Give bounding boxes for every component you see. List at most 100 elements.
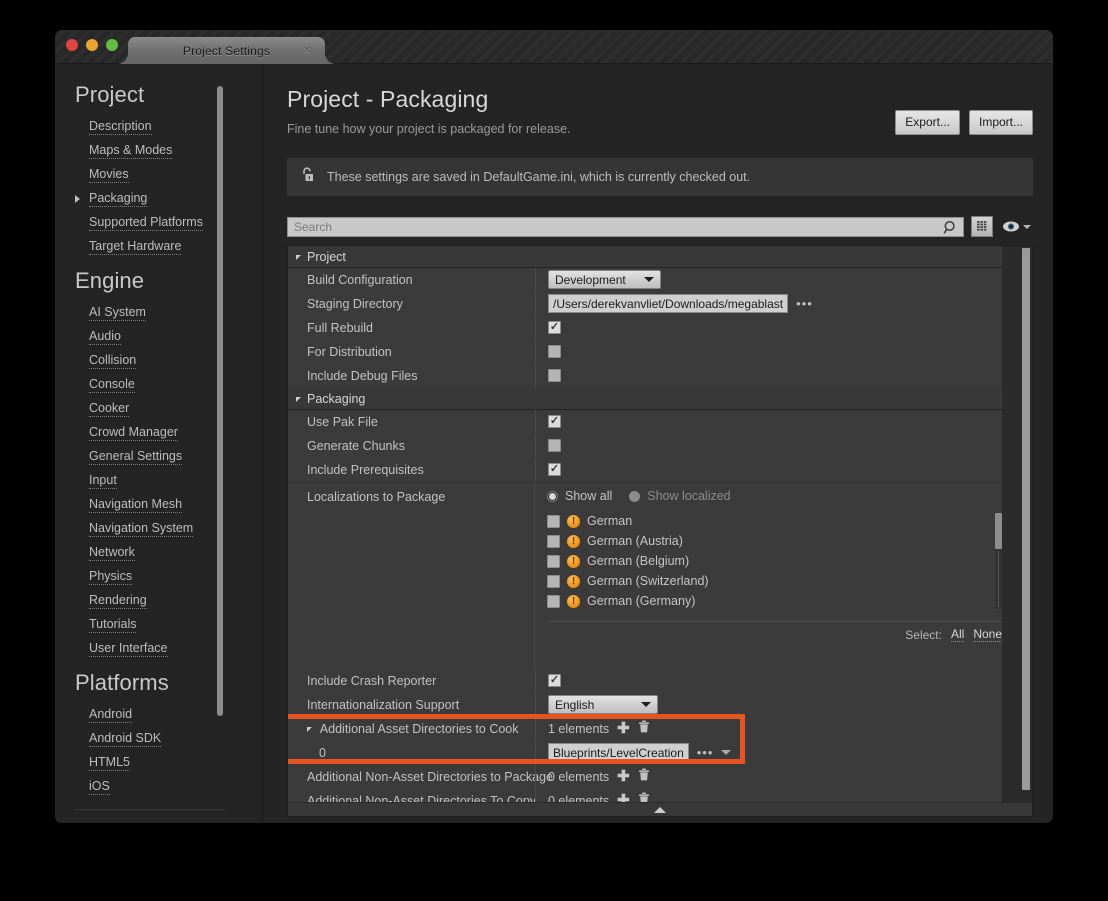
sidebar-item-user-interface[interactable]: User Interface [75, 636, 262, 660]
sidebar-item-label: Collision [89, 353, 137, 369]
build-configuration-dropdown[interactable]: Development [548, 270, 661, 289]
search-row: Search [287, 216, 1033, 237]
settings-panel-scrollbar[interactable] [1022, 248, 1030, 808]
localization-list[interactable]: ! German ! German (Austria) ! German (Be… [547, 511, 1002, 615]
localization-checkbox[interactable] [547, 554, 560, 568]
trash-icon[interactable] [638, 768, 650, 786]
sidebar-item-navigation-mesh[interactable]: Navigation Mesh [75, 492, 262, 516]
localization-select-row: Select: All None [547, 621, 1002, 642]
sidebar-item-label: Movies [89, 167, 129, 183]
add-element-button[interactable]: ✚ [617, 721, 630, 736]
browse-ellipsis-icon[interactable]: ••• [796, 297, 813, 310]
sidebar-item-html5[interactable]: HTML5 [75, 750, 262, 774]
sidebar-item-navigation-system[interactable]: Navigation System [75, 516, 262, 540]
settings-sidebar[interactable]: Project Description Maps & Modes Movies … [55, 64, 263, 823]
generate-chunks-checkbox[interactable] [548, 439, 561, 452]
maximize-window-button[interactable] [106, 39, 118, 51]
list-item[interactable]: ! German [547, 511, 1002, 531]
sidebar-item-input[interactable]: Input [75, 468, 262, 492]
sidebar-item-tutorials[interactable]: Tutorials [75, 612, 262, 636]
chevron-down-icon[interactable] [296, 397, 301, 402]
asset-directory-input[interactable]: Blueprints/LevelCreation [548, 743, 689, 762]
chevron-down-icon[interactable] [1023, 224, 1031, 229]
localization-scrollbar[interactable] [995, 513, 1002, 609]
trash-icon[interactable] [638, 720, 650, 738]
chevron-down-icon [641, 702, 651, 707]
chevron-up-icon[interactable] [654, 806, 666, 813]
chevron-down-icon[interactable] [307, 726, 312, 732]
select-all-link[interactable]: All [950, 627, 965, 642]
sidebar-item-cooker[interactable]: Cooker [75, 396, 262, 420]
chevron-right-icon[interactable] [75, 195, 80, 203]
sidebar-item-packaging[interactable]: Packaging [75, 186, 262, 210]
browse-ellipsis-icon[interactable]: ••• [697, 746, 714, 759]
chevron-down-icon[interactable] [721, 750, 732, 755]
localization-checkbox[interactable] [547, 534, 560, 548]
eye-icon[interactable] [1000, 220, 1033, 233]
sidebar-item-console[interactable]: Console [75, 372, 262, 396]
radio-show-localized[interactable] [629, 490, 641, 502]
tab-project-settings[interactable]: Project Settings × [117, 37, 336, 64]
section-title: Project [307, 249, 346, 264]
sidebar-item-crowd-manager[interactable]: Crowd Manager [75, 420, 262, 444]
localization-checkbox[interactable] [547, 514, 560, 528]
sidebar-item-network[interactable]: Network [75, 540, 262, 564]
list-item[interactable]: ! German (Germany) [547, 591, 1002, 611]
minimize-window-button[interactable] [86, 39, 98, 51]
close-window-button[interactable] [66, 39, 78, 51]
row-include-crash-reporter: Include Crash Reporter ✓ [288, 669, 1002, 693]
sidebar-item-collision[interactable]: Collision [75, 348, 262, 372]
sidebar-item-target-hardware[interactable]: Target Hardware [75, 234, 262, 258]
sidebar-item-rendering[interactable]: Rendering [75, 588, 262, 612]
export-button[interactable]: Export... [895, 110, 960, 135]
dropdown-value: Development [555, 272, 626, 287]
include-crash-reporter-checkbox[interactable]: ✓ [548, 674, 561, 687]
section-header-project[interactable]: Project [288, 246, 1002, 268]
select-none-link[interactable]: None [973, 627, 1002, 642]
grid-view-icon[interactable] [971, 216, 993, 237]
chevron-down-icon[interactable] [296, 255, 301, 260]
sidebar-item-ai-system[interactable]: AI System [75, 300, 262, 324]
full-rebuild-checkbox[interactable]: ✓ [548, 321, 561, 334]
localization-checkbox[interactable] [547, 574, 560, 588]
for-distribution-checkbox[interactable] [548, 345, 561, 358]
sidebar-item-description[interactable]: Description [75, 114, 262, 138]
list-item[interactable]: ! German (Austria) [547, 531, 1002, 551]
sidebar-group-title-engine: Engine [75, 268, 145, 293]
sidebar-item-audio[interactable]: Audio [75, 324, 262, 348]
sidebar-item-maps-modes[interactable]: Maps & Modes [75, 138, 262, 162]
sidebar-item-physics[interactable]: Physics [75, 564, 262, 588]
scrollbar-thumb[interactable] [1022, 248, 1030, 790]
sidebar-item-label: iOS [89, 779, 110, 795]
add-element-button[interactable]: ✚ [617, 769, 630, 784]
list-item[interactable]: ! German (Switzerland) [547, 571, 1002, 591]
search-input[interactable]: Search [287, 216, 964, 240]
list-item[interactable]: ! German (Belgium) [547, 551, 1002, 571]
chevron-down-icon [643, 277, 654, 282]
sidebar-item-android[interactable]: Android [75, 702, 262, 726]
radio-show-all[interactable] [547, 490, 558, 502]
panel-scroll-up-bar[interactable] [288, 802, 1032, 816]
close-icon[interactable]: × [303, 42, 311, 58]
sidebar-item-movies[interactable]: Movies [75, 162, 262, 186]
internationalization-support-dropdown[interactable]: English [548, 695, 658, 714]
staging-directory-input[interactable]: /Users/derekvanvliet/Downloads/megablast [548, 294, 789, 313]
localization-checkbox[interactable] [547, 594, 560, 608]
sidebar-item-label: Navigation Mesh [89, 497, 183, 513]
section-header-packaging[interactable]: Packaging [288, 388, 1002, 410]
sidebar-item-supported-platforms[interactable]: Supported Platforms [75, 210, 262, 234]
use-pak-file-checkbox[interactable]: ✓ [548, 415, 561, 428]
banner-text: These settings are saved in DefaultGame.… [327, 170, 751, 184]
row-value [535, 364, 1002, 387]
include-debug-files-checkbox[interactable] [548, 369, 561, 382]
search-icon[interactable] [943, 220, 958, 240]
include-prerequisites-checkbox[interactable]: ✓ [548, 463, 561, 476]
sidebar-item-general-settings[interactable]: General Settings [75, 444, 262, 468]
sidebar-item-android-sdk[interactable]: Android SDK [75, 726, 262, 750]
sidebar-scrollbar[interactable] [217, 86, 223, 716]
row-label: Staging Directory [307, 296, 403, 311]
scrollbar-thumb[interactable] [995, 513, 1002, 549]
sidebar-item-label: Target Hardware [89, 239, 182, 255]
import-button[interactable]: Import... [968, 110, 1033, 135]
sidebar-item-ios[interactable]: iOS [75, 774, 262, 798]
